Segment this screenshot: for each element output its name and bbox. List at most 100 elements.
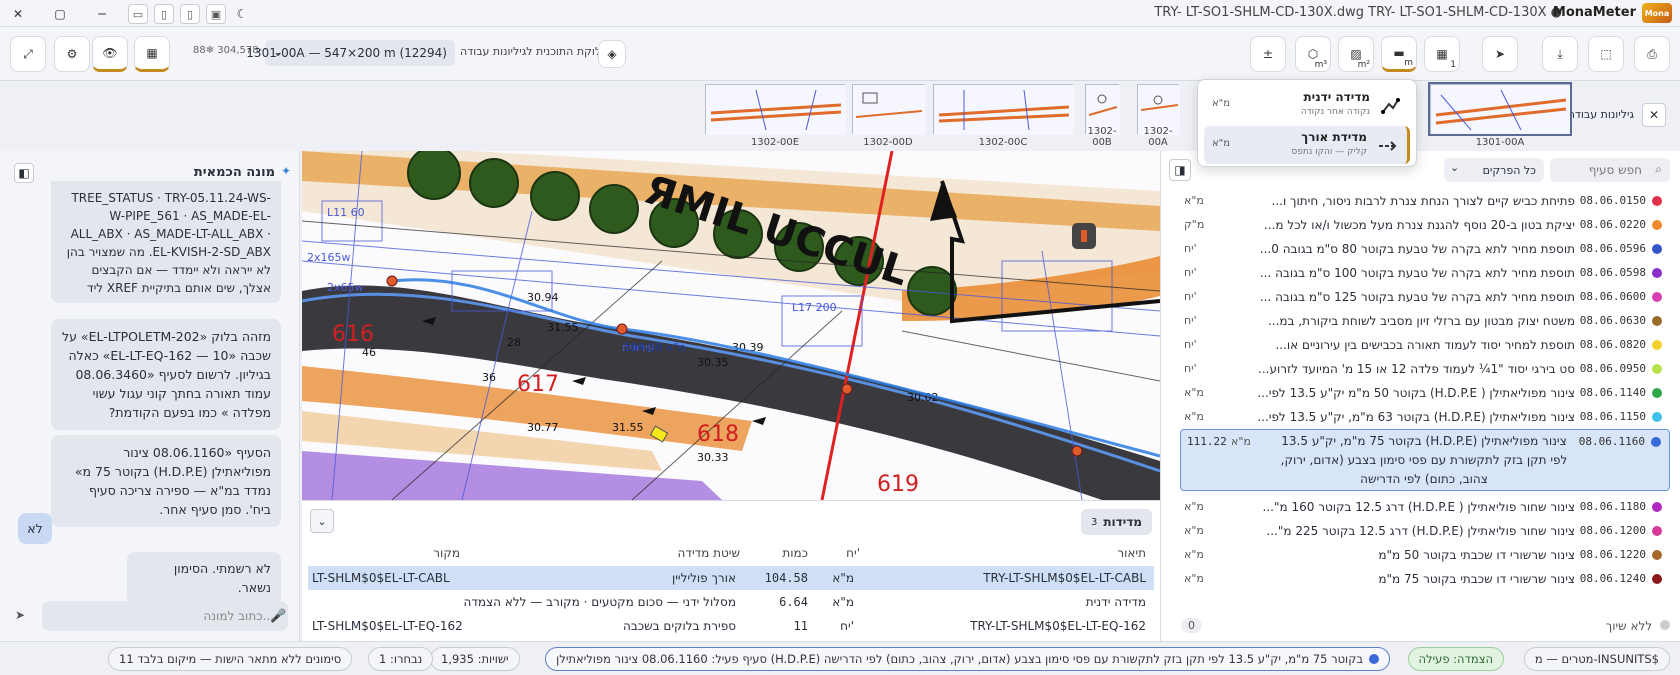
item-description: צינור שחור פוליאתילן (H.D.P.E) דרג 12.5 … <box>1266 524 1575 538</box>
item-unit: מ"א <box>1231 435 1251 448</box>
lamp-label: 2x65w <box>327 281 364 294</box>
sheet-thumb-1302-00B[interactable]: 1302-00B <box>1085 84 1120 148</box>
fullscreen-button[interactable]: ⤢ <box>10 36 46 72</box>
bill-item-row[interactable]: 08.06.1150 צינור מפוליאתילן (H.D.P.E) בקו… <box>1180 405 1670 429</box>
download-button[interactable]: ⤓ <box>1542 36 1578 72</box>
bill-item-row[interactable]: 08.06.1240 צינור שרשורי דו שכבתי בקוטר 75… <box>1180 567 1670 591</box>
plot-number: 619 <box>877 472 919 497</box>
units-status: מטרים — מ-INSUNITS$ <box>1523 647 1670 671</box>
item-code: 08.06.1150 <box>1579 410 1646 423</box>
layers-button[interactable]: ◈ <box>598 40 626 68</box>
drawing-canvas[interactable]: ЯMIL UCCUL 616 617 618 619 30.94 31.55 3… <box>302 151 1160 500</box>
elevation-label: 28 <box>507 336 521 349</box>
item-color-dot <box>1652 268 1662 278</box>
parts-filter-dropdown[interactable]: כל הפרקים ⌄ <box>1444 158 1544 182</box>
file-icon[interactable]: ▯ <box>154 4 174 24</box>
sheet-thumb-1301-00A[interactable]: 1301-00A <box>1428 82 1572 148</box>
status-dot <box>1369 654 1379 664</box>
area-measure-button[interactable]: ▨ m² <box>1338 36 1374 72</box>
bill-item-row[interactable]: 08.06.0598 תוספת מחיר לתא בקרה של טבעת בק… <box>1180 261 1670 285</box>
chevron-down-icon[interactable]: ⌄ <box>310 509 334 533</box>
item-unit: מ"א <box>1184 524 1204 537</box>
save-icon[interactable]: ▣ <box>206 4 226 24</box>
sheet-dropdown[interactable]: 1301-00A — 547×200 m (12294) ⌄ <box>246 40 455 66</box>
item-color-dot <box>1652 526 1662 536</box>
item-code: 08.06.0950 <box>1579 362 1646 375</box>
open-folder-icon[interactable]: ▭ <box>128 4 148 24</box>
layer-label: L11 60 <box>327 206 365 219</box>
table-row[interactable]: TRY-LT-SHLM$0$EL-LT-CABL מ"א 104.58 אורך… <box>308 566 1154 590</box>
length-measure-button[interactable]: ▬ m <box>1381 36 1417 72</box>
elevation-label: 36 <box>482 371 496 384</box>
chevron-down-icon: ⌄ <box>273 45 284 59</box>
chat-input[interactable]: כתוב למונה... <box>42 601 288 631</box>
status-dot <box>1660 620 1670 630</box>
table-row[interactable]: מדידה ידנית מ"א 6.64 מסלול ידני — סכום מ… <box>308 590 1154 614</box>
item-color-dot <box>1651 437 1661 447</box>
bill-item-row[interactable]: 08.06.0600 תוספת מחיר לתא בקרה של טבעת בק… <box>1180 285 1670 309</box>
chat-message: הסעיף «08.06.1160 צינור מפוליאתילן (H.D.… <box>51 435 281 527</box>
send-icon[interactable]: ➤ <box>8 603 32 627</box>
tab-measurements[interactable]: 3 מדידות <box>1080 509 1152 535</box>
sheet-strip: ✕ גיליונות עבודה 1301-00A 1302-00A 1302-… <box>0 81 1680 151</box>
measure-mode-popup: מדידה ידנית נקודה אחר נקודה מ"א מדידת או… <box>1197 79 1417 167</box>
bill-item-row[interactable]: 08.06.1160 צינור מפוליאתילן (H.D.P.E) בקו… <box>1180 429 1670 491</box>
count-button[interactable]: ▦ 1 <box>1424 36 1460 72</box>
sheet-thumb-1302-00C[interactable]: 1302-00C <box>933 84 1074 148</box>
bill-item-row[interactable]: 08.06.0596 תוספת מחיר לתא בקרה של טבעת בק… <box>1180 237 1670 261</box>
print-button[interactable]: ⎙ <box>1634 36 1670 72</box>
active-item-status[interactable]: סעיף פעיל: 08.06.1160 צינור מפוליאתילן (… <box>545 647 1390 671</box>
bill-item-row[interactable]: 08.06.1220 צינור שרשורי דו שכבתי בקוטר 50… <box>1180 543 1670 567</box>
table-row[interactable]: TRY-LT-SHLM$0$EL-LT-EQ-162 יח' 11 ספירת … <box>308 614 1154 634</box>
bill-item-row[interactable]: 08.06.0630 משטח יצוק מבטון עם ברזלי זיון … <box>1180 309 1670 333</box>
lamp-label: 2x165w <box>307 251 351 264</box>
item-color-dot <box>1652 244 1662 254</box>
maximize-window-icon[interactable]: ▢ <box>50 4 70 24</box>
bill-item-row[interactable]: 08.06.1140 צינור מפוליאתילן ( H.D.P.E) בק… <box>1180 381 1670 405</box>
settings-button[interactable]: ⚙ <box>54 36 90 72</box>
sheet-thumb-1302-00D[interactable]: 1302-00D <box>852 84 925 148</box>
visibility-button[interactable]: 👁 <box>92 36 128 72</box>
close-sheets-icon[interactable]: ✕ <box>1642 103 1666 127</box>
bill-item-row[interactable]: 08.06.1180 צינור שחור פוליאתילן ( H.D.P.E… <box>1180 495 1670 519</box>
select-tool-button[interactable]: ➤ <box>1482 36 1518 72</box>
elevation-label: 30.35 <box>697 356 729 369</box>
length-measure-option[interactable]: מדידת אורך קליק — והקו נתפס מ"א <box>1204 126 1410 164</box>
item-search-input[interactable]: חפש סעיף ⌕ <box>1550 158 1670 182</box>
file-export-icon[interactable]: ▯ <box>180 4 200 24</box>
table-view-button[interactable]: ▦ <box>134 36 170 72</box>
column-header-qty: כמות <box>782 546 808 560</box>
collapse-panel-icon[interactable]: ◨ <box>1169 159 1191 181</box>
mic-off-icon[interactable]: 🎤 <box>270 609 286 624</box>
column-header-method: שיטת מדידה <box>677 546 740 560</box>
bill-item-row[interactable]: 08.06.0150 פתיחת כביש קיים לצורך הנחת צנר… <box>1180 189 1670 213</box>
dark-mode-icon[interactable]: ☾ <box>232 4 252 24</box>
manual-measure-option[interactable]: מדידה ידנית נקודה אחר נקודה מ"א <box>1204 86 1410 124</box>
item-description: תוספת מחיר לתא בקרה של טבעת בקוטר 100 ס"… <box>1259 266 1575 280</box>
sheet-thumb-1302-00E[interactable]: 1302-00E <box>705 84 846 148</box>
plot-number: 617 <box>517 372 559 397</box>
bill-item-row[interactable]: 08.06.0820 תוספת למחיר יסוד לעמוד תאורה ב… <box>1180 333 1670 357</box>
collapse-panel-icon[interactable]: ◧ <box>14 163 34 183</box>
item-color-dot <box>1652 388 1662 398</box>
unassigned-filter[interactable]: ללא שיוך <box>1606 619 1670 633</box>
crop-button[interactable]: ⬚ <box>1588 36 1624 72</box>
minimize-window-icon[interactable]: ─ <box>92 4 112 24</box>
plus-minus-button[interactable]: ± <box>1250 36 1286 72</box>
item-code: 08.06.0596 <box>1579 242 1646 255</box>
item-code: 08.06.1240 <box>1579 572 1646 585</box>
item-description: צינור מפוליאתילן (H.D.P.E) בקוטר 75 מ"מ,… <box>1280 434 1568 486</box>
snap-status[interactable]: הצמדה: פעילה <box>1407 647 1504 671</box>
app-logo: Mona <box>1642 3 1672 23</box>
bill-item-row[interactable]: 08.06.1200 צינור שחור פוליאתילן (H.D.P.E)… <box>1180 519 1670 543</box>
elevation-label: 30.94 <box>527 291 559 304</box>
item-description: משטח יצוק מבטון עם ברזלי זיון מסביב לשוח… <box>1267 314 1575 328</box>
sheet-thumb-1302-00A[interactable]: 1302-00A <box>1137 84 1180 148</box>
bill-item-row[interactable]: 08.06.0950 סט בירגי יסוד "1¼ לעמוד פלדה 1… <box>1180 357 1670 381</box>
chat-title: מונה הכמאית <box>193 165 275 180</box>
volume-measure-button[interactable]: ⬡ m³ <box>1295 36 1331 72</box>
status-bar: מטרים — מ-INSUNITS$ הצמדה: פעילה סעיף פע… <box>0 641 1680 675</box>
close-window-icon[interactable]: ✕ <box>8 4 28 24</box>
item-description: צינור שחור פוליאתילן ( H.D.P.E) דרג 12.5… <box>1262 500 1575 514</box>
bill-item-row[interactable]: 08.06.0220 יציקת בטון ב-20 נוסף להגנת צנר… <box>1180 213 1670 237</box>
